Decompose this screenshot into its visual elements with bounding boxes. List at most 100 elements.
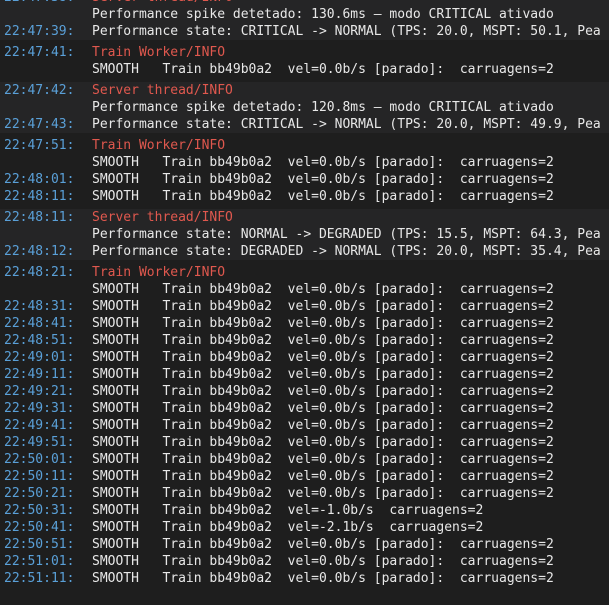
log-group: 22:47:51: Train Worker/INFO SMOOTH Train b…: [0, 137, 609, 205]
log-message: Performance state: DEGRADED -> NORMAL (T…: [92, 244, 601, 259]
log-group-header: 22:48:21: Train Worker/INFO: [0, 264, 609, 281]
log-timestamp: 22:48:41:: [4, 316, 75, 331]
log-timestamp: 22:47:42:: [4, 83, 75, 98]
log-message: Performance state: NORMAL -> DEGRADED (T…: [92, 227, 601, 242]
log-message: SMOOTH Train bb49b0a2 vel=0.0b/s [parado…: [92, 316, 554, 331]
log-message: SMOOTH Train bb49b0a2 vel=0.0b/s [parado…: [92, 469, 554, 484]
log-message: Performance spike detetado: 130.6ms — mo…: [92, 7, 554, 22]
log-timestamp: 22:48:31:: [4, 299, 75, 314]
log-message: SMOOTH Train bb49b0a2 vel=0.0b/s [parado…: [92, 189, 554, 204]
log-message: Performance state: CRITICAL -> NORMAL (T…: [92, 24, 601, 39]
log-message: SMOOTH Train bb49b0a2 vel=0.0b/s [parado…: [92, 367, 554, 382]
log-line: 22:50:11: SMOOTH Train bb49b0a2 vel=0.0b/…: [0, 468, 609, 485]
log-message: SMOOTH Train bb49b0a2 vel=0.0b/s [parado…: [92, 172, 554, 187]
log-message: SMOOTH Train bb49b0a2 vel=0.0b/s [parado…: [92, 282, 554, 297]
log-group-header: 22:47:41: Train Worker/INFO: [0, 44, 609, 61]
log-message: Performance state: CRITICAL -> NORMAL (T…: [92, 117, 601, 132]
log-group: 22:47:41: Train Worker/INFO SMOOTH Train b…: [0, 44, 609, 78]
log-group: 22:48:21: Train Worker/INFO SMOOTH Train b…: [0, 264, 609, 587]
log-timestamp: 22:49:41:: [4, 418, 75, 433]
log-message: SMOOTH Train bb49b0a2 vel=-1.0b/s carrua…: [92, 503, 484, 518]
log-line: 22:49:41: SMOOTH Train bb49b0a2 vel=0.0b/…: [0, 417, 609, 434]
log-timestamp: 22:49:11:: [4, 367, 75, 382]
log-message: SMOOTH Train bb49b0a2 vel=0.0b/s [parado…: [92, 486, 554, 501]
log-source-tag: Server thread/INFO: [92, 210, 233, 225]
log-line: 22:50:01: SMOOTH Train bb49b0a2 vel=0.0b/…: [0, 451, 609, 468]
log-group-header: 22:47:51: Train Worker/INFO: [0, 137, 609, 154]
log-message: SMOOTH Train bb49b0a2 vel=0.0b/s [parado…: [92, 537, 554, 552]
log-timestamp: 22:49:51:: [4, 435, 75, 450]
log-line: SMOOTH Train bb49b0a2 vel=0.0b/s [parado…: [0, 154, 609, 171]
log-message: SMOOTH Train bb49b0a2 vel=0.0b/s [parado…: [92, 155, 554, 170]
log-message: Performance spike detetado: 120.8ms — mo…: [92, 100, 554, 115]
log-group: 22:48:11: Server thread/INFO Performance s…: [0, 209, 609, 260]
log-line: Performance state: NORMAL -> DEGRADED (T…: [0, 226, 609, 243]
log-line: 22:48:01: SMOOTH Train bb49b0a2 vel=0.0b/…: [0, 171, 609, 188]
log-line: 22:50:21: SMOOTH Train bb49b0a2 vel=0.0b/…: [0, 485, 609, 502]
log-message: SMOOTH Train bb49b0a2 vel=0.0b/s [parado…: [92, 571, 554, 586]
log-timestamp: 22:48:12:: [4, 244, 75, 259]
log-timestamp: 22:49:31:: [4, 401, 75, 416]
log-message: SMOOTH Train bb49b0a2 vel=0.0b/s [parado…: [92, 384, 554, 399]
log-message: SMOOTH Train bb49b0a2 vel=0.0b/s [parado…: [92, 418, 554, 433]
log-source-tag: Train Worker/INFO: [92, 45, 226, 60]
log-timestamp: 22:49:21:: [4, 384, 75, 399]
log-line: 22:48:31: SMOOTH Train bb49b0a2 vel=0.0b/…: [0, 298, 609, 315]
log-timestamp: 22:50:11:: [4, 469, 75, 484]
log-message: SMOOTH Train bb49b0a2 vel=0.0b/s [parado…: [92, 435, 554, 450]
log-timestamp: 22:50:01:: [4, 452, 75, 467]
log-timestamp: 22:47:43:: [4, 117, 75, 132]
log-message: SMOOTH Train bb49b0a2 vel=0.0b/s [parado…: [92, 62, 554, 77]
log-timestamp: 22:50:21:: [4, 486, 75, 501]
log-timestamp: 22:48:11:: [4, 189, 75, 204]
log-line: 22:50:41: SMOOTH Train bb49b0a2 vel=-2.1b…: [0, 519, 609, 536]
log-message: SMOOTH Train bb49b0a2 vel=0.0b/s [parado…: [92, 401, 554, 416]
log-line: 22:51:01: SMOOTH Train bb49b0a2 vel=0.0b/…: [0, 553, 609, 570]
log-line: 22:49:01: SMOOTH Train bb49b0a2 vel=0.0b/…: [0, 349, 609, 366]
log-message: SMOOTH Train bb49b0a2 vel=0.0b/s [parado…: [92, 452, 554, 467]
log-timestamp: 22:50:41:: [4, 520, 75, 535]
console-log-panel[interactable]: 22:47:38:Server thread/INFOPerformance s…: [0, 0, 609, 605]
log-line: 22:49:21: SMOOTH Train bb49b0a2 vel=0.0b/…: [0, 383, 609, 400]
log-timestamp: 22:50:51:: [4, 537, 75, 552]
log-line: 22:48:41: SMOOTH Train bb49b0a2 vel=0.0b/…: [0, 315, 609, 332]
log-group: 22:47:42: Server thread/INFO Performance s…: [0, 82, 609, 133]
log-line: 22:49:11: SMOOTH Train bb49b0a2 vel=0.0b/…: [0, 366, 609, 383]
log-timestamp: 22:47:41:: [4, 45, 75, 60]
log-message: SMOOTH Train bb49b0a2 vel=0.0b/s [parado…: [92, 350, 554, 365]
log-line: 22:48:11: SMOOTH Train bb49b0a2 vel=0.0b/…: [0, 188, 609, 205]
log-line: 22:49:51: SMOOTH Train bb49b0a2 vel=0.0b/…: [0, 434, 609, 451]
log-message: SMOOTH Train bb49b0a2 vel=0.0b/s [parado…: [92, 299, 554, 314]
log-timestamp: 22:48:01:: [4, 172, 75, 187]
log-line: SMOOTH Train bb49b0a2 vel=0.0b/s [parado…: [0, 281, 609, 298]
log-timestamp: 22:51:11:: [4, 571, 75, 586]
log-timestamp: 22:48:11:: [4, 210, 75, 225]
log-message: SMOOTH Train bb49b0a2 vel=0.0b/s [parado…: [92, 554, 554, 569]
log-line: 22:47:39: Performance state: CRITICAL -> …: [0, 23, 609, 40]
log-line: SMOOTH Train bb49b0a2 vel=0.0b/s [parado…: [0, 61, 609, 78]
log-timestamp: 22:48:51:: [4, 333, 75, 348]
log-timestamp: 22:47:39:: [4, 24, 75, 39]
log-line: 22:48:12: Performance state: DEGRADED -> …: [0, 243, 609, 260]
log-line: 22:50:31: SMOOTH Train bb49b0a2 vel=-1.0b…: [0, 502, 609, 519]
log-group-header: 22:48:11: Server thread/INFO: [0, 209, 609, 226]
log-timestamp: 22:51:01:: [4, 554, 75, 569]
log-source-tag: Train Worker/INFO: [92, 138, 226, 153]
log-group: 22:47:38:Server thread/INFOPerformance s…: [0, 0, 609, 40]
log-timestamp: 22:47:51:: [4, 138, 75, 153]
log-line: 22:48:51: SMOOTH Train bb49b0a2 vel=0.0b/…: [0, 332, 609, 349]
log-line: Performance spike detetado: 130.6ms — mo…: [0, 6, 609, 23]
log-source-tag: Server thread/INFO: [92, 83, 233, 98]
log-message: SMOOTH Train bb49b0a2 vel=-2.1b/s carrua…: [92, 520, 484, 535]
log-group-header: 22:47:42: Server thread/INFO: [0, 82, 609, 99]
log-line: 22:51:11: SMOOTH Train bb49b0a2 vel=0.0b/…: [0, 570, 609, 587]
log-timestamp: 22:49:01:: [4, 350, 75, 365]
log-source-tag: Train Worker/INFO: [92, 265, 226, 280]
log-line: 22:47:43: Performance state: CRITICAL -> …: [0, 116, 609, 133]
log-line: 22:50:51: SMOOTH Train bb49b0a2 vel=0.0b/…: [0, 536, 609, 553]
log-line: Performance spike detetado: 120.8ms — mo…: [0, 99, 609, 116]
log-message: SMOOTH Train bb49b0a2 vel=0.0b/s [parado…: [92, 333, 554, 348]
log-timestamp: 22:48:21:: [4, 265, 75, 280]
log-timestamp: 22:50:31:: [4, 503, 75, 518]
log-line: 22:49:31: SMOOTH Train bb49b0a2 vel=0.0b/…: [0, 400, 609, 417]
